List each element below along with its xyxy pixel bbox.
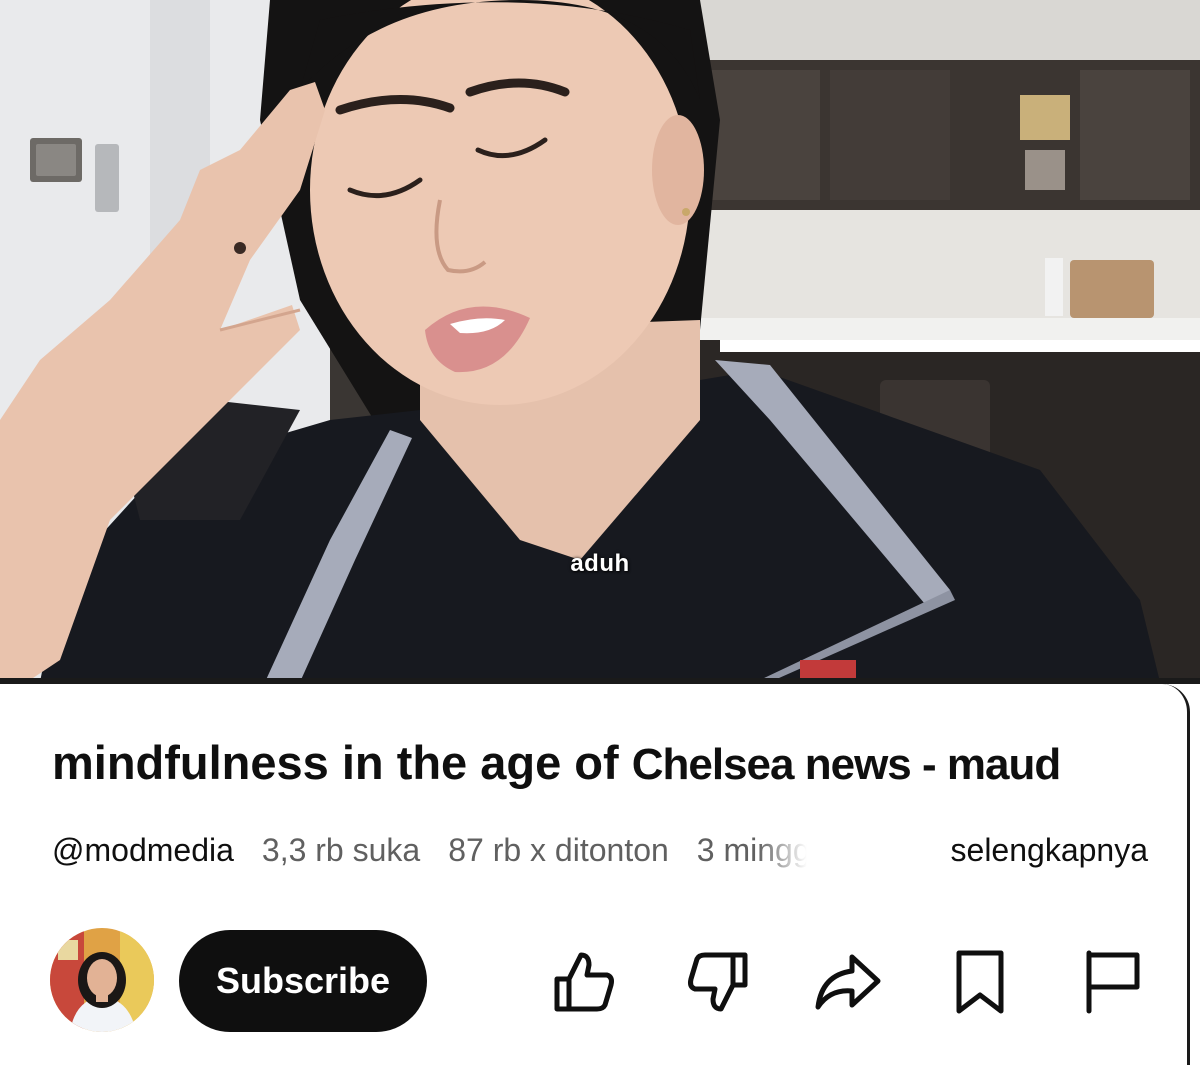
video-player[interactable]: aduh xyxy=(0,0,1200,682)
video-meta-row[interactable]: @modmedia 3,3 rb suka 87 rb x ditonton 3 mi… xyxy=(52,830,1148,870)
view-count: 87 rb x ditonton xyxy=(448,832,669,868)
dislike-icon xyxy=(688,952,748,1012)
video-frame xyxy=(0,0,1200,682)
save-button[interactable] xyxy=(944,946,1016,1018)
subscribe-button[interactable]: Subscribe xyxy=(179,930,427,1032)
report-button[interactable] xyxy=(1076,946,1148,1018)
video-caption: aduh xyxy=(570,550,630,577)
dislike-button[interactable] xyxy=(682,946,754,1018)
youtube-video-screen: aduh mindfulness in the age of Chelsea n… xyxy=(0,0,1200,1065)
save-icon xyxy=(956,950,1004,1014)
channel-avatar[interactable] xyxy=(50,928,154,1032)
show-more-link[interactable]: selengkapnya xyxy=(948,830,1148,870)
like-count: 3,3 rb suka xyxy=(261,832,421,868)
share-icon xyxy=(815,954,881,1010)
video-info-panel: mindfulness in the age of Chelsea news -… xyxy=(0,684,1190,1065)
channel-handle[interactable]: @modmedia xyxy=(52,832,234,868)
avatar-image xyxy=(50,928,154,1032)
video-title-tail: Chelsea news - maud xyxy=(631,740,1061,789)
video-title-main: mindfulness in the age of xyxy=(52,736,632,789)
like-icon xyxy=(554,952,614,1012)
video-title[interactable]: mindfulness in the age of Chelsea news -… xyxy=(52,734,1152,794)
share-button[interactable] xyxy=(812,946,884,1018)
like-button[interactable] xyxy=(548,946,620,1018)
upload-time: 3 minggu xyxy=(696,832,807,868)
report-icon xyxy=(1086,950,1140,1014)
